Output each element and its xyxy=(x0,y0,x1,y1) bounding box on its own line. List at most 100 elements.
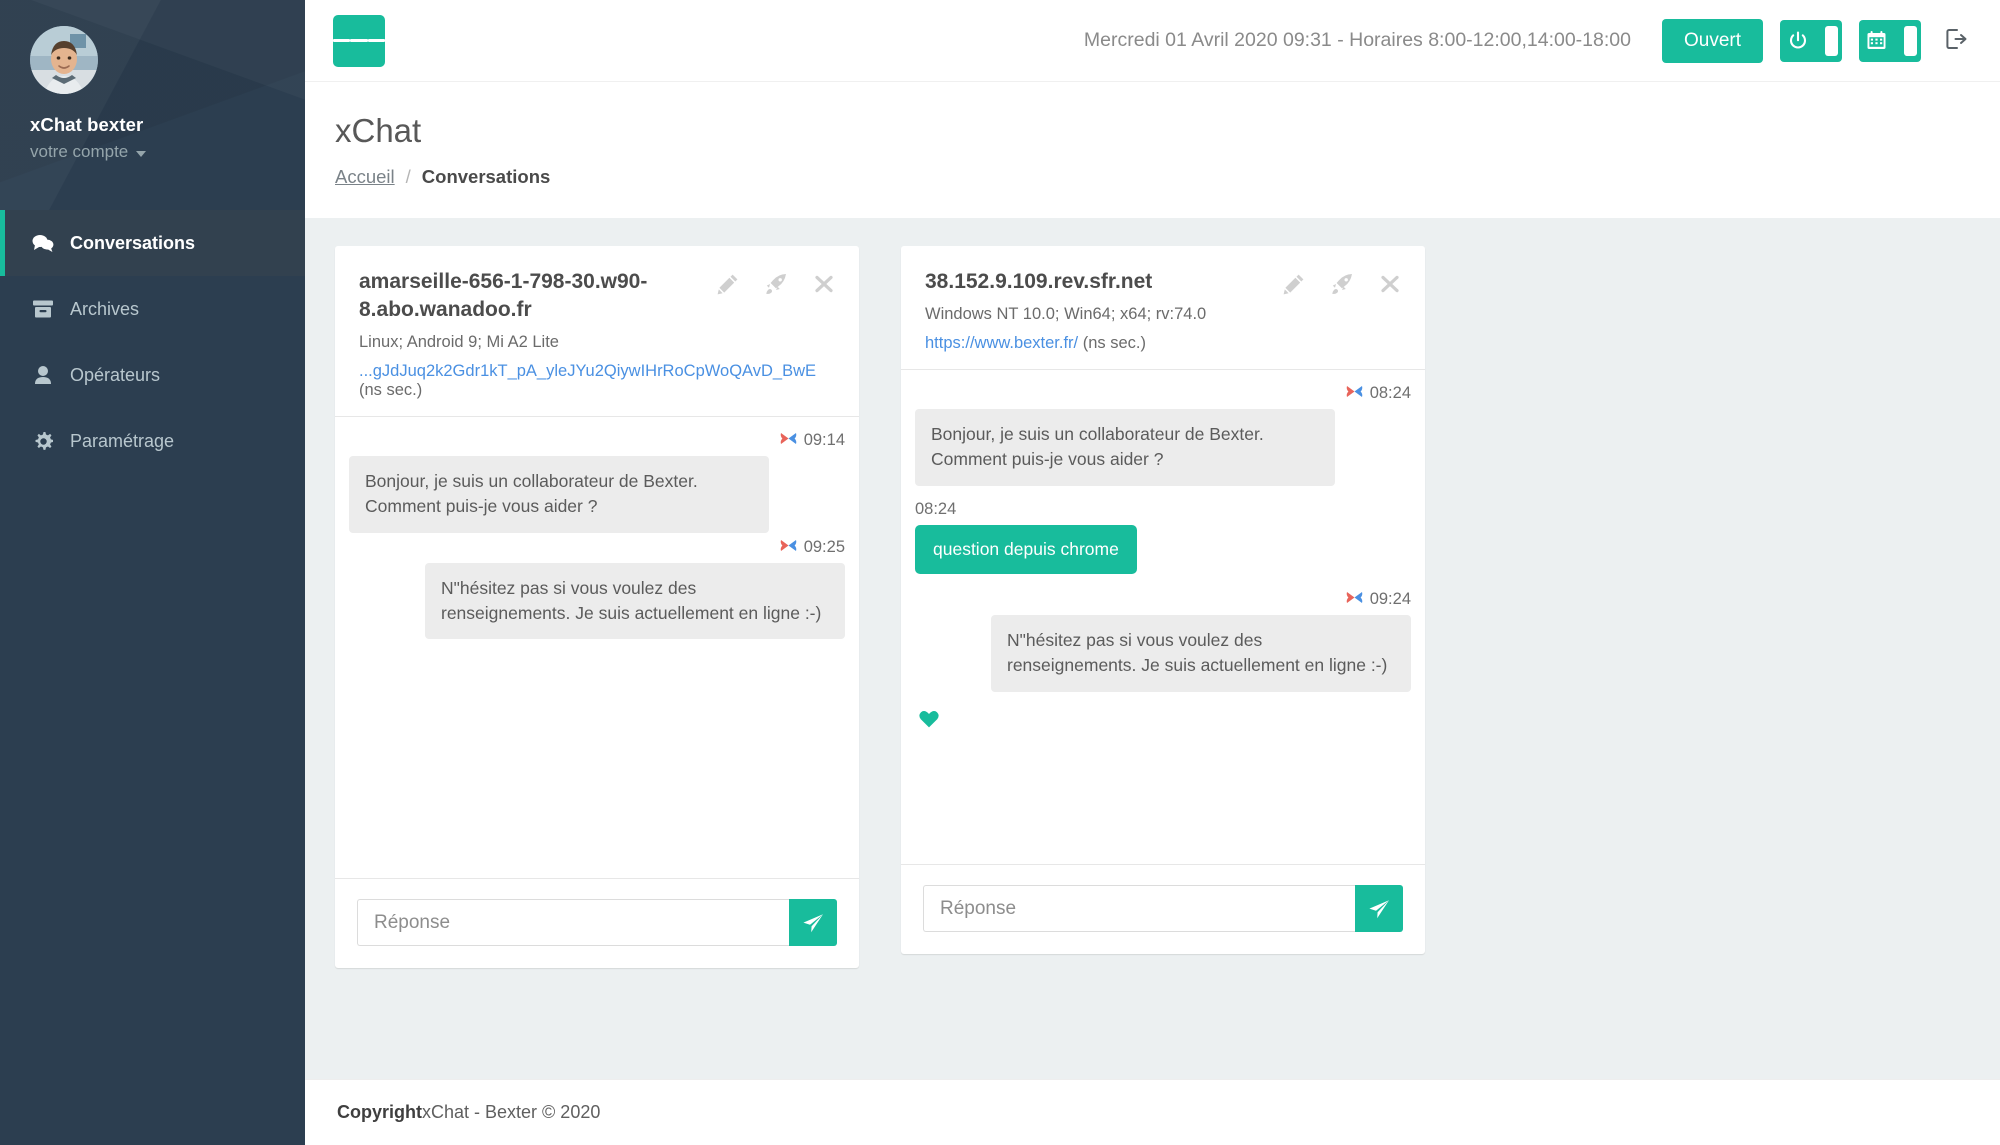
message-bubble-wrap: N"hésitez pas si vous voulez des renseig… xyxy=(349,562,845,640)
message-bubble-wrap: Bonjour, je suis un collaborateur de Bex… xyxy=(349,455,845,533)
message-list: 08:24 Bonjour, je suis un collaborateur … xyxy=(901,368,1425,865)
user-photo-avatar-icon xyxy=(30,26,98,94)
conversation-useragent: Linux; Android 9; Mi A2 Lite xyxy=(359,332,559,351)
paper-plane-icon xyxy=(802,912,824,934)
referrer-link[interactable]: ...gJdJuq2k2Gdr1kT_pA_yleJYu2QiywIHrRoCp… xyxy=(359,362,816,380)
reply-area xyxy=(901,865,1425,954)
conversation-title: 38.152.9.109.rev.sfr.net xyxy=(925,270,1153,293)
conversation-title: amarseille-656-1-798-30.w90-8.abo.wanado… xyxy=(359,270,648,321)
close-icon[interactable] xyxy=(813,273,835,295)
breadcrumb-current: Conversations xyxy=(421,166,551,187)
power-icon xyxy=(1788,31,1808,51)
footer: Copyright xChat - Bexter © 2020 xyxy=(305,1079,2000,1145)
logout-icon xyxy=(1944,27,1968,54)
message-bubble-wrap: N"hésitez pas si vous voulez des renseig… xyxy=(915,615,1411,692)
gear-icon xyxy=(32,431,54,451)
message-bubble-wrap: question depuis chrome xyxy=(915,524,1411,575)
message-bubble-wrap: Bonjour, je suis un collaborateur de Bex… xyxy=(915,408,1411,486)
pencil-icon[interactable] xyxy=(1283,273,1305,295)
sidebar: xChat bexter votre compte Conversations xyxy=(0,0,305,1145)
sidebar-item-parametrage[interactable]: Paramétrage xyxy=(0,408,305,474)
sidebar-item-operateurs[interactable]: Opérateurs xyxy=(0,342,305,408)
sidebar-item-label: Opérateurs xyxy=(70,364,161,385)
message-meta: 09:25 xyxy=(349,538,845,557)
logout-button[interactable] xyxy=(1938,23,1974,58)
message-item: 09:25 N"hésitez pas si vous voulez des r… xyxy=(349,538,845,640)
conversation-card: amarseille-656-1-798-30.w90-8.abo.wanado… xyxy=(335,246,859,968)
account-menu[interactable]: votre compte xyxy=(30,142,305,162)
user-icon xyxy=(32,366,54,384)
message-time: 08:24 xyxy=(1369,383,1411,402)
power-toggle[interactable] xyxy=(1780,19,1842,62)
archive-box-icon xyxy=(32,300,54,318)
message-meta: 09:14 xyxy=(349,431,845,450)
message-text: Bonjour, je suis un collaborateur de Bex… xyxy=(915,408,1335,486)
bowtie-icon xyxy=(1346,590,1363,609)
message-text: N"hésitez pas si vous voulez des renseig… xyxy=(425,562,845,640)
message-time: 09:24 xyxy=(1369,590,1411,609)
topbar: Mercredi 01 Avril 2020 09:31 - Horaires … xyxy=(305,0,2000,82)
toggle-knob xyxy=(1825,25,1838,56)
message-text: question depuis chrome xyxy=(915,524,1137,575)
hamburger-line xyxy=(367,39,385,42)
rocket-icon[interactable] xyxy=(1331,273,1353,295)
rocket-icon[interactable] xyxy=(765,273,787,295)
hamburger-icon[interactable] xyxy=(333,14,385,67)
sidebar-profile: xChat bexter votre compte xyxy=(0,0,305,192)
paper-plane-icon xyxy=(1368,898,1390,920)
page-title: xChat xyxy=(335,112,422,149)
calendar-toggle[interactable] xyxy=(1859,19,1921,62)
breadcrumb: Accueil / Conversations xyxy=(335,166,1970,188)
topbar-right: Mercredi 01 Avril 2020 09:31 - Horaires … xyxy=(1083,18,1974,63)
sidebar-item-label: Archives xyxy=(70,298,140,319)
conversation-actions xyxy=(1283,268,1401,295)
conversation-header: 38.152.9.109.rev.sfr.net Windows NT 10.0… xyxy=(901,246,1425,369)
message-time: 08:24 xyxy=(915,499,957,518)
message-meta: 08:24 xyxy=(915,384,1411,403)
sidebar-nav: Conversations Archives Opérateurs Paramé… xyxy=(0,210,305,474)
conversation-referrer: https://www.bexter.fr/ (ns sec.) xyxy=(925,334,1401,353)
conversation-actions xyxy=(717,268,835,295)
message-item: 09:14 Bonjour, je suis un collaborateur … xyxy=(349,431,845,533)
message-text: N"hésitez pas si vous voulez des renseig… xyxy=(991,615,1411,692)
referrer-link[interactable]: https://www.bexter.fr/ xyxy=(925,334,1078,352)
page-header: xChat Accueil / Conversations xyxy=(305,82,2000,218)
message-meta: 08:24 xyxy=(915,500,1411,519)
referrer-suffix: (ns sec.) xyxy=(359,380,423,399)
bowtie-icon xyxy=(1346,384,1363,403)
reply-input[interactable] xyxy=(923,885,1355,932)
conversation-card: 38.152.9.109.rev.sfr.net Windows NT 10.0… xyxy=(901,246,1425,954)
profile-name: xChat bexter xyxy=(30,114,144,135)
hamburger-line xyxy=(350,39,368,42)
breadcrumb-separator: / xyxy=(405,166,411,187)
conversation-header: amarseille-656-1-798-30.w90-8.abo.wanado… xyxy=(335,246,859,416)
message-time: 09:14 xyxy=(803,430,845,449)
pencil-icon[interactable] xyxy=(717,273,739,295)
send-button[interactable] xyxy=(789,899,837,946)
message-item: 08:24 Bonjour, je suis un collaborateur … xyxy=(915,384,1411,486)
footer-copyright-label: Copyright xyxy=(337,1102,422,1122)
send-button[interactable] xyxy=(1355,885,1403,932)
conversation-useragent: Windows NT 10.0; Win64; x64; rv:74.0 xyxy=(925,304,1207,323)
bowtie-icon xyxy=(780,538,797,557)
chevron-down-icon xyxy=(136,150,147,157)
main-area: Mercredi 01 Avril 2020 09:31 - Horaires … xyxy=(305,0,2000,1145)
message-list: 09:14 Bonjour, je suis un collaborateur … xyxy=(335,415,859,879)
status-button[interactable]: Ouvert xyxy=(1661,18,1763,63)
close-icon[interactable] xyxy=(1379,273,1401,295)
message-text: Bonjour, je suis un collaborateur de Bex… xyxy=(349,455,769,533)
sidebar-item-label: Conversations xyxy=(70,232,196,253)
avatar xyxy=(30,26,98,94)
chat-bubbles-icon xyxy=(32,234,54,252)
footer-copyright-text: xChat - Bexter © 2020 xyxy=(422,1102,601,1122)
breadcrumb-home[interactable]: Accueil xyxy=(335,166,395,188)
reply-input[interactable] xyxy=(357,899,789,946)
hamburger-line xyxy=(333,39,351,42)
clock-and-hours: Mercredi 01 Avril 2020 09:31 - Horaires … xyxy=(1083,29,1631,51)
referrer-suffix: (ns sec.) xyxy=(1082,333,1146,352)
sidebar-item-archives[interactable]: Archives xyxy=(0,276,305,342)
sidebar-item-conversations[interactable]: Conversations xyxy=(0,210,305,276)
message-time: 09:25 xyxy=(803,537,845,556)
conversation-referrer: ...gJdJuq2k2Gdr1kT_pA_yleJYu2QiywIHrRoCp… xyxy=(359,362,835,400)
heart-icon[interactable] xyxy=(915,710,1411,728)
